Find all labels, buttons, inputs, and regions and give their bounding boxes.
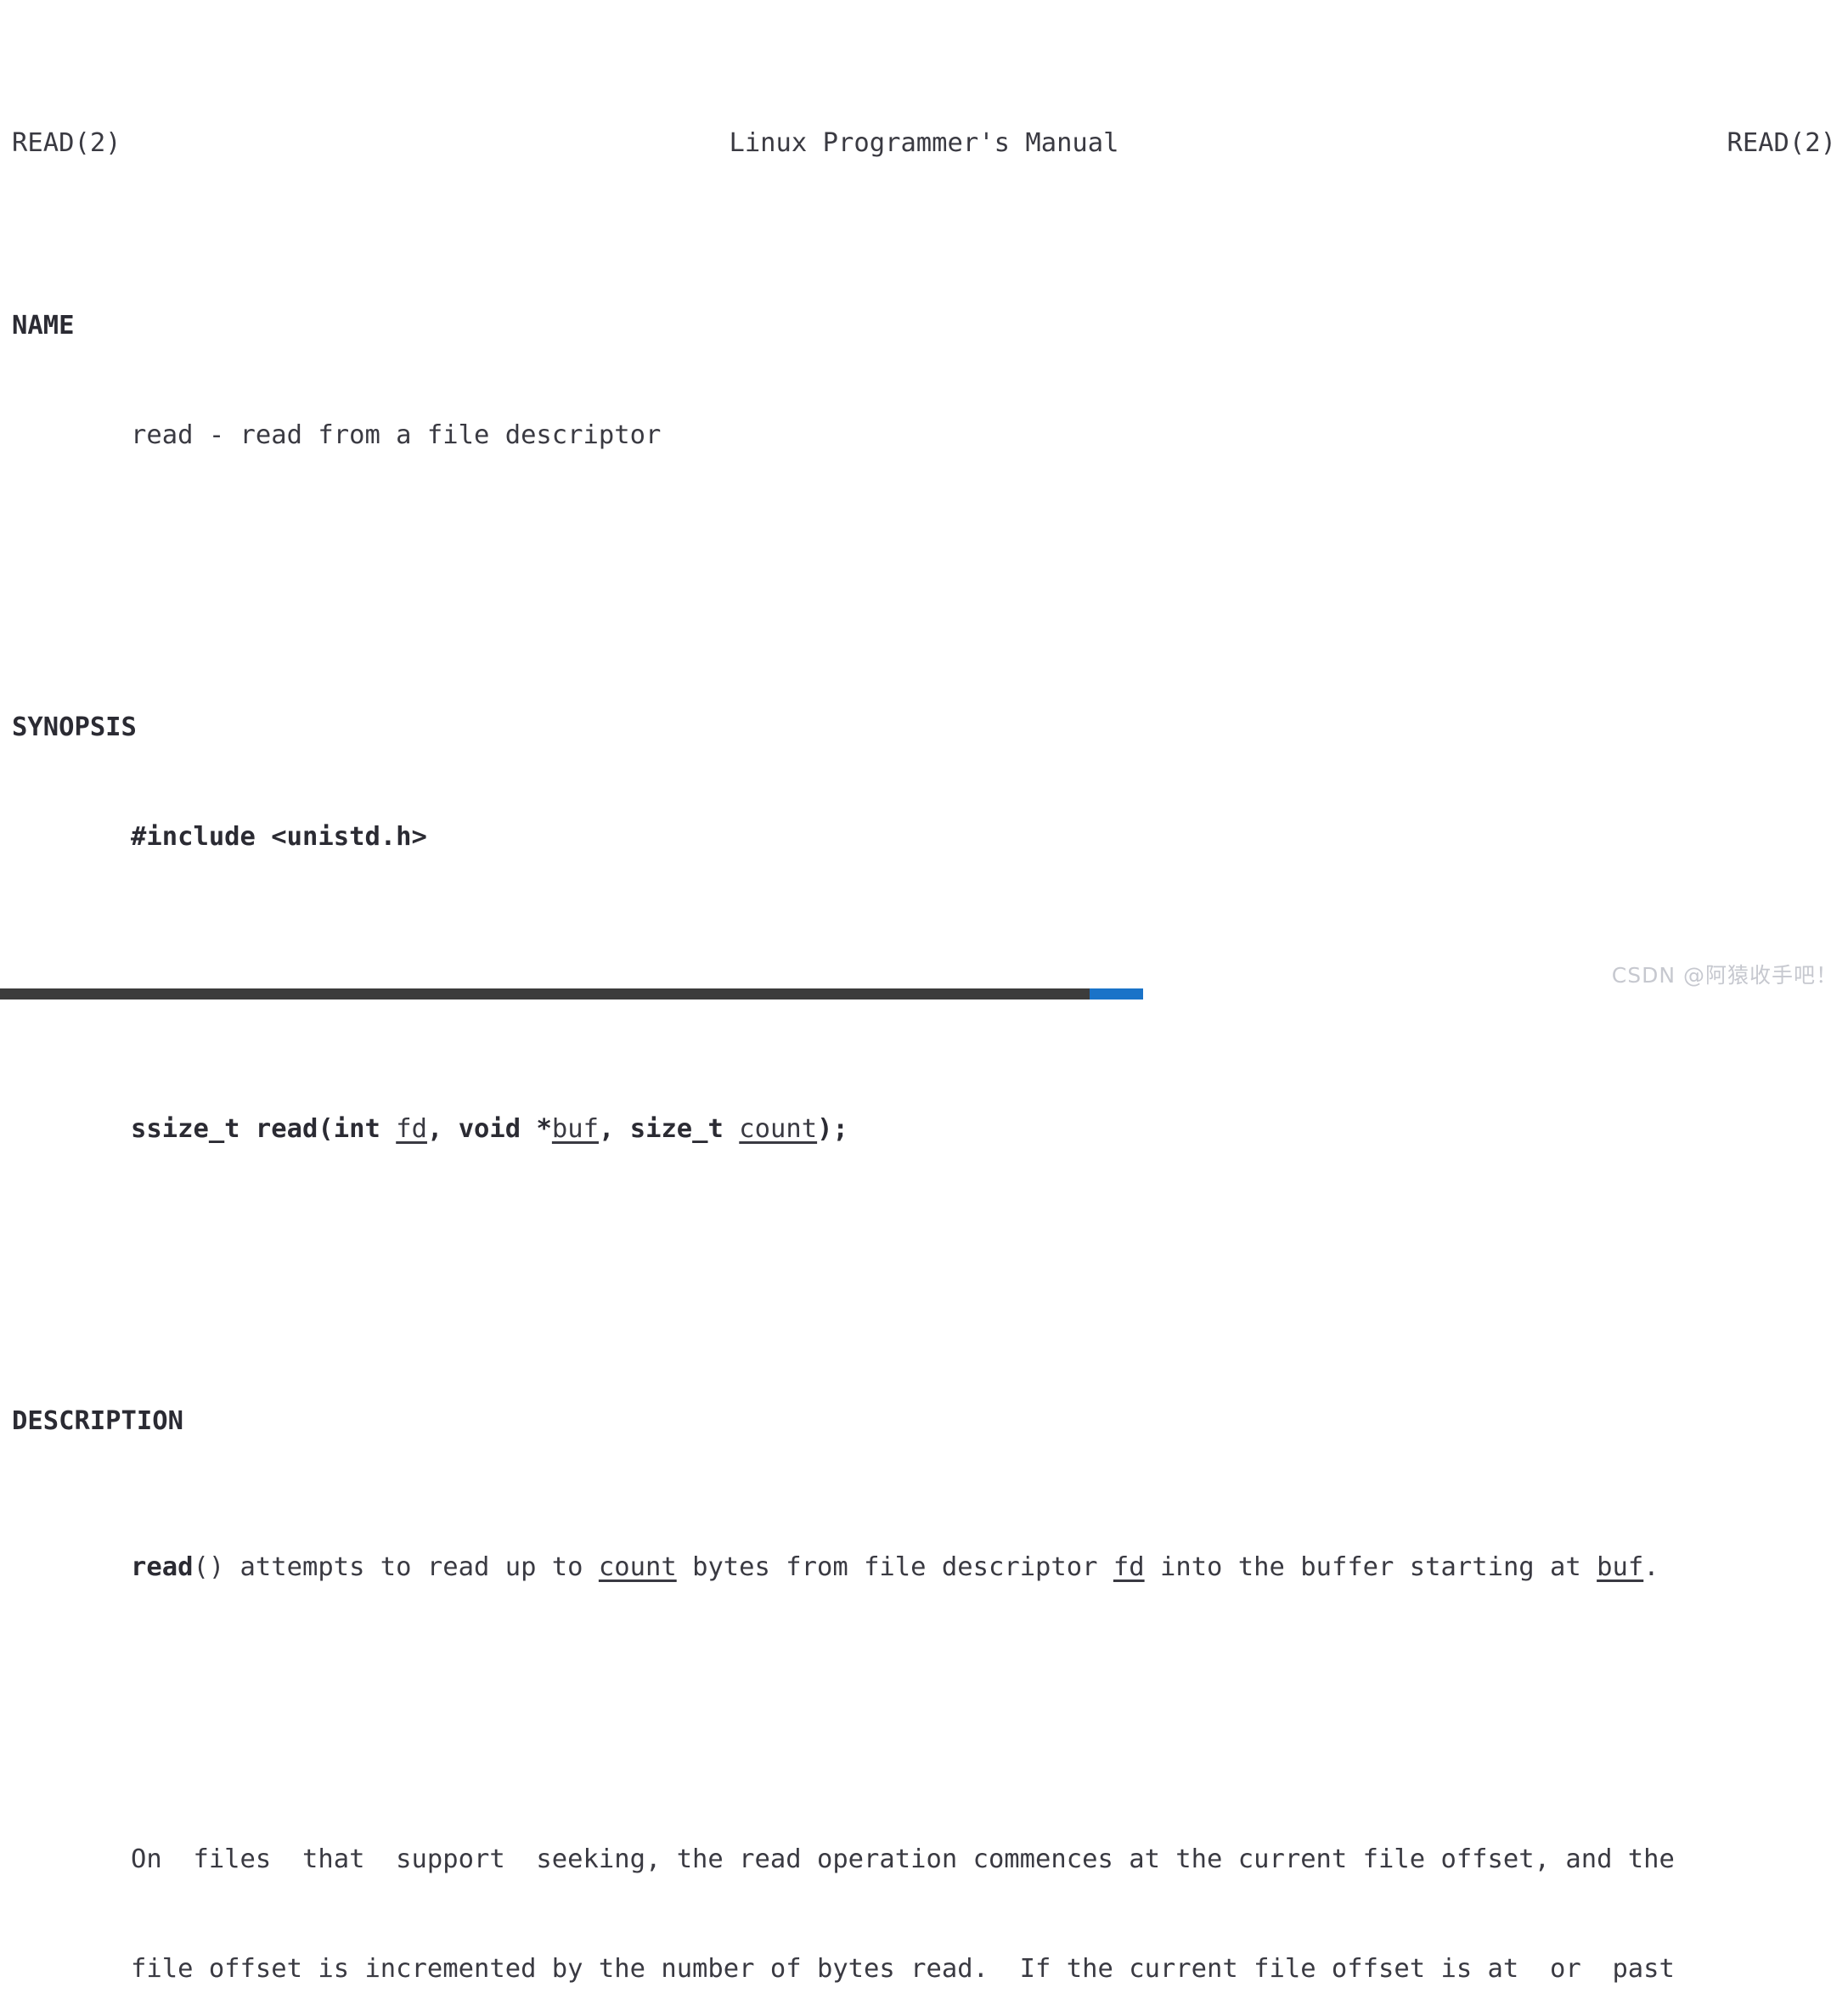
- section-heading-description: DESCRIPTION: [12, 1406, 183, 1436]
- signature-space: [521, 1114, 536, 1144]
- signature-space: [240, 1114, 256, 1144]
- synopsis-include-line: #include <unistd.h>: [131, 822, 427, 852]
- signature-open-paren: (: [318, 1114, 334, 1144]
- header-right-title: READ(2): [1727, 128, 1836, 158]
- signature-arg-fd: fd: [396, 1114, 427, 1144]
- description-p1-text-4: .: [1643, 1552, 1659, 1582]
- header-center-title: Linux Programmer's Manual: [729, 128, 1119, 158]
- signature-type-3: size_t: [629, 1114, 724, 1144]
- description-paragraph-2-line-2: file offset is incremented by the number…: [131, 1954, 1675, 1984]
- description-paragraph-2-line-1: On files that support seeking, the read …: [131, 1844, 1675, 1874]
- scrollbar-track[interactable]: [0, 988, 1090, 1000]
- inline-param-buf: buf: [1597, 1552, 1644, 1582]
- inline-param-fd: fd: [1113, 1552, 1145, 1582]
- horizontal-scrollbar[interactable]: [0, 988, 1848, 1000]
- signature-space: [724, 1114, 739, 1144]
- man-page-content: READ(2) Linux Programmer's Manual READ(2…: [0, 0, 1848, 1984]
- signature-arg-count: count: [739, 1114, 818, 1144]
- synopsis-signature-line: ssize_t read(int fd, void *buf, size_t c…: [0, 1111, 1848, 1147]
- section-heading-synopsis: SYNOPSIS: [12, 712, 137, 742]
- signature-asterisk: *: [536, 1114, 552, 1144]
- man-page-header: READ(2) Linux Programmer's Manual READ(2…: [0, 125, 1848, 161]
- scrollbar-thumb[interactable]: [1090, 988, 1143, 1000]
- signature-type-1: int: [333, 1114, 380, 1144]
- name-section-body: read - read from a file descriptor: [131, 420, 662, 450]
- signature-return-type: ssize_t: [131, 1114, 240, 1144]
- description-p1-text-2: bytes from file descriptor: [676, 1552, 1113, 1582]
- header-left-title: READ(2): [12, 128, 121, 158]
- section-heading-name: NAME: [12, 311, 75, 341]
- signature-separator-2: ,: [598, 1114, 630, 1144]
- signature-separator-1: ,: [426, 1114, 459, 1144]
- description-paragraph-1: read() attempts to read up to count byte…: [0, 1549, 1848, 1585]
- signature-close-paren: );: [817, 1114, 848, 1144]
- signature-space: [380, 1114, 396, 1144]
- signature-function-name: read: [255, 1114, 318, 1144]
- description-p1-text-1: () attempts to read up to: [193, 1552, 599, 1582]
- inline-param-count: count: [598, 1552, 677, 1582]
- inline-code-read: read: [131, 1552, 194, 1582]
- signature-type-2: void: [458, 1114, 521, 1144]
- signature-arg-buf: buf: [551, 1114, 599, 1144]
- description-p1-text-3: into the buffer starting at: [1144, 1552, 1597, 1582]
